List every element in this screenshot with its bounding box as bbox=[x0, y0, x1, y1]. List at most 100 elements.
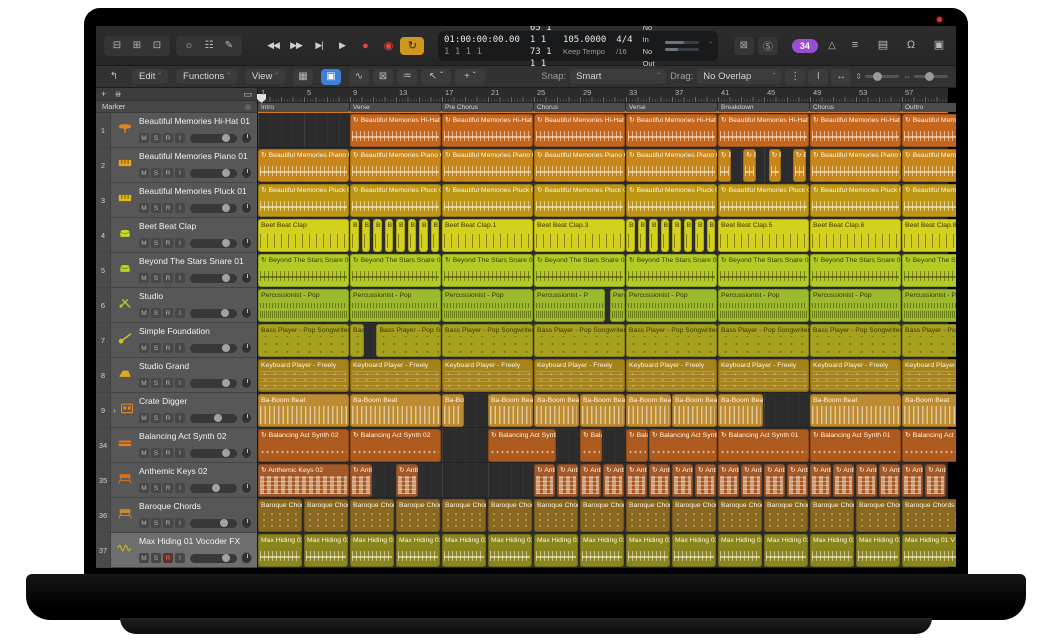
pan-knob[interactable] bbox=[241, 167, 252, 179]
region[interactable]: Ba-Boom Beat bbox=[626, 394, 671, 427]
region[interactable]: Max Hiding 01 V bbox=[764, 534, 808, 567]
region[interactable]: Beet Beat Clap.3 bbox=[534, 219, 625, 252]
share-icon[interactable]: △ bbox=[824, 38, 840, 54]
secondary-tool-select[interactable]: + ˇ bbox=[455, 69, 485, 85]
disclosure-chevron-icon[interactable]: › bbox=[113, 406, 116, 415]
region[interactable]: Baroque Chords bbox=[580, 499, 624, 532]
region[interactable]: Baroque Chords bbox=[534, 499, 578, 532]
region[interactable]: ↻ Beyond The Stars Snare 02.3 bbox=[718, 254, 809, 287]
region[interactable]: Bass Player - Pop So bbox=[376, 324, 441, 357]
region[interactable]: B bbox=[649, 219, 658, 252]
input-monitor-button[interactable]: I bbox=[175, 483, 185, 493]
region[interactable]: ↻ Beautiful Memories Pluck 01.2 bbox=[810, 184, 901, 217]
toggle-toolbar-icon[interactable]: ⊡ bbox=[148, 38, 166, 54]
list-editors-icon[interactable]: ≡ bbox=[846, 38, 864, 54]
volume-slider[interactable] bbox=[190, 204, 237, 213]
toggle-browsers-icon[interactable]: ⊟ bbox=[108, 38, 126, 54]
input-monitor-button[interactable]: I bbox=[175, 308, 185, 318]
region[interactable]: ↻ Balancing Act Synth 02 bbox=[350, 429, 441, 462]
input-monitor-button[interactable]: I bbox=[175, 413, 185, 423]
record-enable-button[interactable]: R bbox=[163, 483, 173, 493]
region[interactable]: ↻ Balancing Act Synth 02 bbox=[258, 429, 349, 462]
section-marker-verse[interactable]: Verse bbox=[626, 103, 717, 112]
region[interactable]: ↻ Balancing Act Synth 01 bbox=[902, 429, 956, 462]
toggle-inspector-icon[interactable]: ⊞ bbox=[128, 38, 146, 54]
track-header-config-button[interactable]: ▭ bbox=[243, 89, 252, 100]
region[interactable]: Max Hiding 01 V bbox=[350, 534, 394, 567]
region[interactable]: ↻ Balancing bbox=[580, 429, 602, 462]
region[interactable]: ↻ Anthe bbox=[741, 464, 762, 497]
region[interactable]: Beet Beat Clap.6 bbox=[810, 219, 901, 252]
region[interactable]: Baroque Chords bbox=[902, 499, 956, 532]
region[interactable]: ↻ Beautiful Memories Pluck 02 bbox=[442, 184, 533, 217]
region[interactable]: Max Hiding 01 V bbox=[534, 534, 578, 567]
region[interactable]: ↻ Balancing Act Synth 01 bbox=[718, 429, 809, 462]
input-monitor-button[interactable]: I bbox=[175, 343, 185, 353]
region[interactable]: Max Hiding 01 V bbox=[304, 534, 348, 567]
region[interactable]: ↻ Anthe bbox=[672, 464, 693, 497]
region[interactable]: Bass Player - Pop Songwriter bbox=[442, 324, 533, 357]
region[interactable]: ↻ Anthe bbox=[902, 464, 923, 497]
mute-button[interactable]: M bbox=[139, 448, 149, 458]
region-inspector-icon[interactable]: ▣ bbox=[321, 69, 341, 85]
volume-slider[interactable] bbox=[190, 134, 237, 143]
region[interactable]: ↻ Beautiful Memories Hi-Hat 03.3 bbox=[902, 114, 956, 147]
region[interactable]: ↻ Balancing Act Synth 01 bbox=[810, 429, 901, 462]
region[interactable]: ↻ Anthe bbox=[764, 464, 785, 497]
marquee-icon[interactable]: ⊠ bbox=[373, 69, 393, 85]
mute-button[interactable]: M bbox=[139, 378, 149, 388]
record-enable-button[interactable]: R bbox=[163, 308, 173, 318]
solo-button[interactable]: S bbox=[151, 518, 161, 528]
region[interactable]: Baroque Chords bbox=[442, 499, 486, 532]
horizontal-zoom-slider[interactable]: ⇔ bbox=[903, 72, 948, 81]
section-marker-pre-chorus[interactable]: Pre Chorus bbox=[442, 103, 533, 112]
track-header-baroque-chords[interactable]: 36Baroque ChordsMSRI bbox=[96, 498, 257, 533]
solo-button[interactable]: S bbox=[151, 483, 161, 493]
alignment-icon[interactable]: ⋮ bbox=[785, 69, 805, 85]
region[interactable]: Ba-Boom Beat bbox=[258, 394, 349, 427]
bar-ruler[interactable]: 159131721252933374145495357 bbox=[258, 88, 948, 103]
flex-icon[interactable]: ♒ bbox=[397, 69, 417, 85]
section-marker-verse[interactable]: Verse bbox=[350, 103, 441, 112]
volume-knob[interactable] bbox=[222, 204, 230, 212]
region[interactable]: ↻ Anthe bbox=[833, 464, 854, 497]
region[interactable]: B bbox=[707, 219, 716, 252]
volume-slider[interactable] bbox=[190, 169, 237, 178]
region[interactable]: ↻ Beautiful Memories Pluck 02.3 bbox=[718, 184, 809, 217]
sound-library-badge[interactable]: 34 bbox=[792, 39, 818, 53]
record-enable-button[interactable]: R bbox=[163, 553, 173, 563]
region[interactable]: ↻ Anthe bbox=[557, 464, 578, 497]
input-monitor-button[interactable]: I bbox=[175, 448, 185, 458]
region[interactable]: Bass Player - Pop Songwriter bbox=[626, 324, 717, 357]
region[interactable]: ↻ Anthe bbox=[810, 464, 831, 497]
region[interactable]: ↻ Beautiful Memories Pluck 01.1 bbox=[350, 184, 441, 217]
input-monitor-button[interactable]: I bbox=[175, 518, 185, 528]
solo-button[interactable]: S bbox=[151, 238, 161, 248]
region[interactable]: ↻ Beautiful Memories Hi-Hat 02 bbox=[442, 114, 533, 147]
region[interactable]: B bbox=[638, 219, 647, 252]
solo-button[interactable]: S bbox=[151, 553, 161, 563]
section-marker-chorus[interactable]: Chorus bbox=[810, 103, 901, 112]
region[interactable]: ↻ Balancing Act Synth 01 bbox=[488, 429, 556, 462]
region[interactable]: Keyboard Player - Freely bbox=[718, 359, 809, 392]
region[interactable]: B bbox=[419, 219, 428, 252]
record-enable-button[interactable]: R bbox=[163, 133, 173, 143]
region[interactable]: ↻ Beautiful Memories Hi-Hat 02.1 bbox=[534, 114, 625, 147]
solo-button[interactable]: S bbox=[151, 343, 161, 353]
volume-slider[interactable] bbox=[190, 554, 237, 563]
track-header-beet-beat-clap[interactable]: 4Beet Beat ClapMSRI bbox=[96, 218, 257, 253]
lcd-display[interactable]: 01:00:00:00.00 1 1 1 1 65 1 1 1 73 1 1 1… bbox=[438, 31, 718, 61]
volume-knob[interactable] bbox=[214, 414, 222, 422]
region[interactable]: Percussionist - Pop bbox=[442, 289, 533, 322]
region[interactable]: ↻ Beautiful Memories Pluck 02 bbox=[534, 184, 625, 217]
region[interactable]: Keyboard Player - Freely bbox=[626, 359, 717, 392]
region[interactable]: ↻ Be bbox=[769, 149, 782, 182]
region[interactable]: ↻ Anthe bbox=[534, 464, 555, 497]
apple-loops-icon[interactable]: Ω bbox=[902, 38, 920, 54]
region[interactable]: Percussionist - Pop bbox=[626, 289, 717, 322]
pan-knob[interactable] bbox=[241, 272, 252, 284]
region[interactable]: ↻ Beautiful Memories Piano 01.1 bbox=[350, 149, 441, 182]
region[interactable]: B bbox=[672, 219, 681, 252]
track-header-simple-foundation[interactable]: 7Simple FoundationMSRI bbox=[96, 323, 257, 358]
snap-dropdown[interactable]: Smart ˇ bbox=[570, 69, 666, 84]
